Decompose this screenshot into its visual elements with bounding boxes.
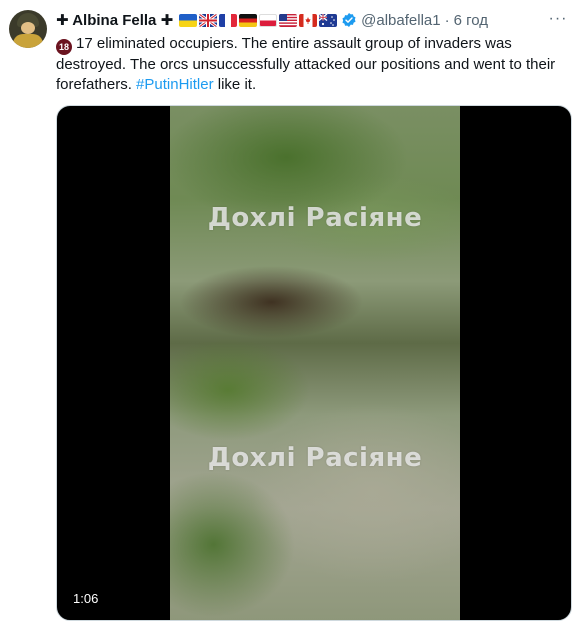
flag-list [179, 13, 338, 27]
canada-flag-icon [299, 13, 318, 27]
video-frame[interactable]: Дохлі Расіяне Дохлі Расіяне [170, 106, 460, 620]
verified-badge-icon [341, 12, 357, 28]
tweet-text: 18 17 eliminated occupiers. The entire as… [56, 34, 568, 95]
age-18-icon: 18 [56, 39, 72, 55]
cross-icon: ✚ [56, 12, 69, 29]
usa-flag-icon [279, 13, 298, 27]
video-watermark-bottom: Дохлі Расіяне [207, 443, 423, 473]
author-handle[interactable]: @albafella1 [361, 12, 440, 29]
avatar-face [21, 22, 35, 34]
poland-flag-icon [259, 13, 278, 27]
uk-flag-icon [199, 13, 218, 27]
tweet-body-suffix: like it. [217, 76, 257, 93]
avatar[interactable] [9, 10, 47, 48]
tweet[interactable]: ✚ Albina Fella ✚ @albafella1 · 6 год ···… [0, 0, 580, 631]
video-duration-badge: 1:06 [67, 589, 105, 608]
tweet-body-text: 17 eliminated occupiers. The entire assa… [56, 35, 556, 93]
australia-flag-icon [319, 13, 338, 27]
video-watermark-top: Дохлі Расіяне [207, 203, 423, 233]
separator-dot: · [444, 11, 450, 29]
author-name-link[interactable]: ✚ Albina Fella ✚ [56, 11, 173, 29]
germany-flag-icon [239, 13, 258, 27]
more-options-icon[interactable]: ··· [546, 9, 570, 29]
tweet-timestamp[interactable]: 6 год [454, 12, 488, 29]
cross-icon: ✚ [160, 12, 174, 29]
tweet-header: ✚ Albina Fella ✚ @albafella1 · 6 год [56, 10, 488, 30]
video-player[interactable]: Дохлі Расіяне Дохлі Расіяне 1:06 [56, 105, 572, 621]
ukraine-flag-icon [179, 13, 198, 27]
avatar-body [13, 34, 43, 48]
france-flag-icon [219, 13, 238, 27]
hashtag-link[interactable]: #PutinHitler [136, 76, 214, 93]
author-name: Albina Fella [72, 12, 157, 29]
